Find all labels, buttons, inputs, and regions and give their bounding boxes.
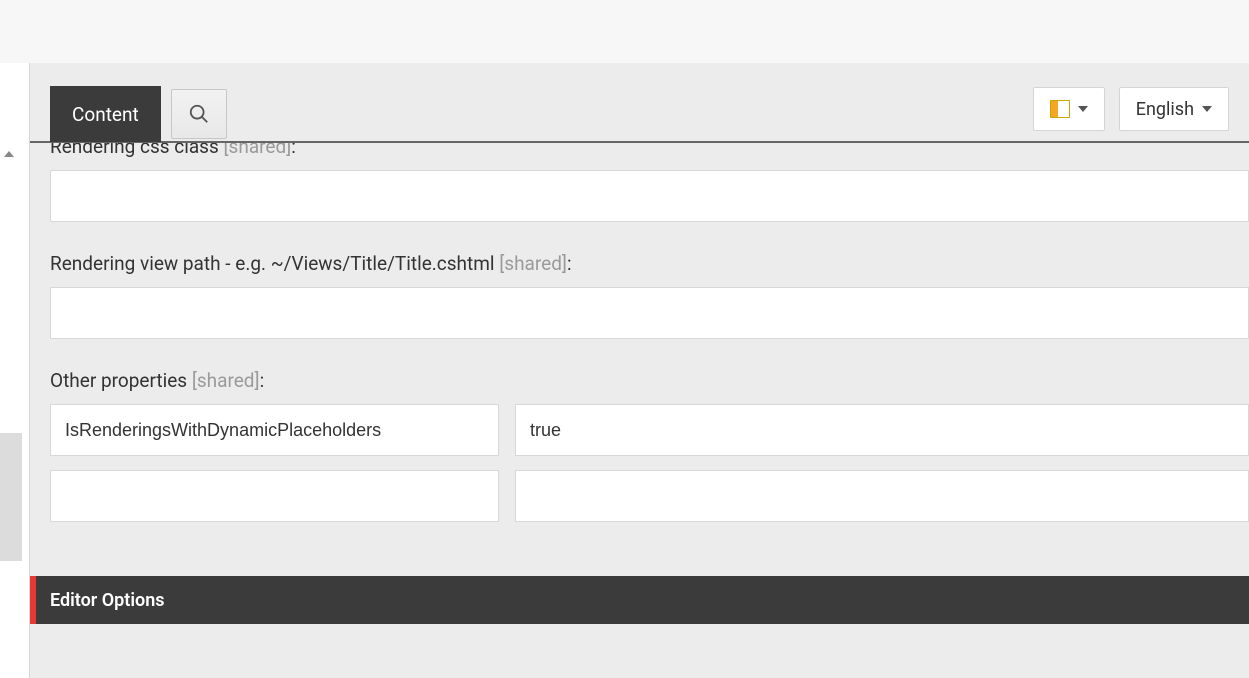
field-editor-scroll[interactable]: Rendering css class [shared]: Rendering … [30,143,1249,678]
property-value-input[interactable] [515,470,1249,522]
label-text: Rendering view path - e.g. ~/Views/Title… [50,252,495,275]
label-text: Other properties [50,369,187,392]
property-key-input[interactable] [50,404,499,456]
sidebar-selection-indicator [0,433,22,561]
search-button[interactable] [171,89,227,139]
field-rendering-view-path: Rendering view path - e.g. ~/Views/Title… [50,252,1249,339]
ribbon-area [0,0,1249,63]
language-label: English [1136,99,1194,120]
body-region: Content English [0,63,1249,678]
language-button[interactable]: English [1119,87,1229,131]
colon: : [567,252,572,275]
toolbar-right-group: English [1033,87,1229,131]
rendering-view-path-input[interactable] [50,287,1249,339]
search-icon [188,103,210,125]
other-properties-rows [50,404,1249,522]
field-label: Other properties [shared]: [50,369,1249,392]
notebook-icon [1050,100,1070,118]
expand-tree-icon[interactable] [4,151,14,157]
shared-tag: [shared] [224,143,292,158]
tree-sidebar-collapsed [0,63,29,678]
property-row [50,404,1249,456]
property-row [50,470,1249,522]
field-label: Rendering css class [shared]: [50,143,1249,158]
tab-content[interactable]: Content [50,86,161,142]
field-label: Rendering view path - e.g. ~/Views/Title… [50,252,1249,275]
versions-button[interactable] [1033,87,1105,131]
section-editor-options[interactable]: Editor Options [30,576,1249,624]
label-text: Rendering css class [50,143,219,158]
shared-tag: [shared] [499,252,567,275]
shared-tag: [shared] [192,369,260,392]
chevron-down-icon [1078,106,1088,112]
field-other-properties: Other properties [shared]: [50,369,1249,522]
property-key-input[interactable] [50,470,499,522]
rendering-css-class-input[interactable] [50,170,1249,222]
chevron-down-icon [1202,106,1212,112]
editor-toolbar: Content English [30,63,1249,143]
colon: : [260,369,265,392]
app-root: Content English [0,0,1249,678]
editor-main: Content English [29,63,1249,678]
field-rendering-css-class: Rendering css class [shared]: [50,143,1249,222]
section-title: Editor Options [50,590,165,611]
property-value-input[interactable] [515,404,1249,456]
colon: : [291,143,296,158]
